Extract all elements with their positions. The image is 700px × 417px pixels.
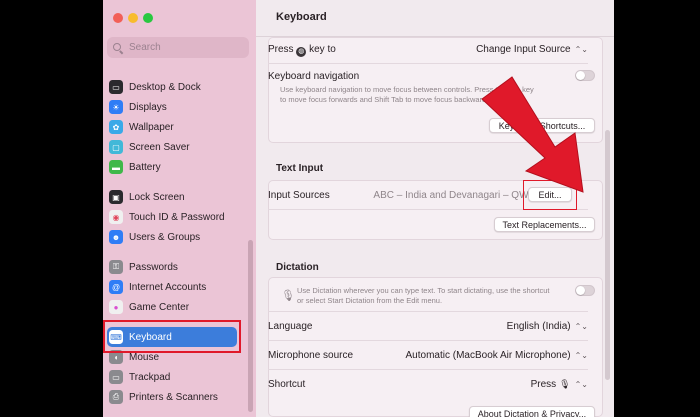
sidebar-item-label: Desktop & Dock [129,81,201,93]
keyboard-nav-desc-line-2: to move focus forwards and Shift Tab to … [280,95,493,104]
dictation-toggle[interactable] [575,285,595,296]
sidebar-item-label: Battery [129,161,161,173]
dictation-description: Use Dictation wherever you can type text… [297,286,567,306]
sidebar-item-passwords[interactable]: ⚿ Passwords [109,257,245,277]
input-sources-label: Input Sources [268,190,330,201]
sidebar-item-touch-id[interactable]: ◉ Touch ID & Password [109,207,245,227]
sidebar-item-label: Trackpad [129,371,171,383]
main-pane: Keyboard Press ◍ key to Change Input Sou… [256,0,614,417]
sidebar-item-label: Mouse [129,351,160,363]
sidebar-item-displays[interactable]: ☀ Displays [109,97,245,117]
sidebar-item-internet-accounts[interactable]: @ Internet Accounts [109,277,245,297]
minimize-window-button[interactable] [128,13,138,23]
about-dictation-button[interactable]: About Dictation & Privacy... [469,406,595,417]
game-center-icon: ● [109,300,123,314]
zoom-window-button[interactable] [143,13,153,23]
sidebar-item-label: Displays [129,101,167,113]
at-sign-icon: @ [109,280,123,294]
sidebar-item-desktop-dock[interactable]: ▭ Desktop & Dock [109,77,245,97]
sidebar-item-label: Screen Saver [129,141,190,153]
sidebar-item-label: Lock Screen [129,191,185,203]
sidebar-item-trackpad[interactable]: ▭ Trackpad [109,367,245,387]
keyboard-nav-toggle[interactable] [575,70,595,81]
press-key-label-pre: Press [268,44,294,55]
sidebar-item-wallpaper[interactable]: ✿ Wallpaper [109,117,245,137]
language-label: Language [268,321,313,332]
shortcut-popup[interactable]: Press 🎙 ⌃⌄ [531,379,588,390]
keyboard-nav-desc-line-1: Use keyboard navigation to move focus be… [280,85,534,94]
sidebar-item-battery[interactable]: ▬ Battery [109,157,245,177]
sidebar-item-label: Game Center [129,301,190,313]
keyboard-nav-label: Keyboard navigation [268,71,360,82]
edit-highlight-annotation [523,180,577,210]
wallpaper-icon: ✿ [109,120,123,134]
row-divider [268,369,588,370]
displays-icon: ☀ [109,100,123,114]
row-divider [268,63,588,64]
dictation-section-title: Dictation [276,262,319,273]
sidebar-item-label: Wallpaper [129,121,174,133]
sidebar-item-label: Passwords [129,261,178,273]
sidebar-item-printers-scanners[interactable]: ⎙ Printers & Scanners [109,387,245,407]
microphone-label: Microphone source [268,350,354,361]
globe-icon: ◍ [296,47,307,57]
main-scrollbar[interactable] [605,130,610,380]
sidebar-item-game-center[interactable]: ● Game Center [109,297,245,317]
shortcut-label: Shortcut [268,379,306,390]
search-icon [113,42,123,53]
shortcut-value: Press [530,379,557,390]
microphone-key-icon: 🎙 [559,379,571,389]
battery-icon: ▬ [109,160,123,174]
microphone-icon: 🎙 [281,290,295,302]
printer-icon: ⎙ [109,390,123,404]
sidebar-item-lock-screen[interactable]: ▣ Lock Screen [109,187,245,207]
screen-saver-icon: ▢ [109,140,123,154]
desktop-dock-icon: ▭ [109,80,123,94]
sidebar-item-label: Printers & Scanners [129,391,218,403]
stepper-icon: ⌃⌄ [574,322,588,331]
stepper-icon: ⌃⌄ [574,351,588,360]
search-input[interactable] [129,42,229,53]
settings-window: ▭ Desktop & Dock ☀ Displays ✿ Wallpaper … [103,0,614,417]
sidebar-item-screen-saver[interactable]: ▢ Screen Saver [109,137,245,157]
language-popup[interactable]: English (India) ⌃⌄ [507,321,588,332]
lock-screen-icon: ▣ [109,190,123,204]
keyboard-nav-description: Use keyboard navigation to move focus be… [280,85,580,105]
language-value: English (India) [506,321,571,332]
trackpad-icon: ▭ [109,370,123,384]
row-divider [268,311,588,312]
sidebar: ▭ Desktop & Dock ☀ Displays ✿ Wallpaper … [103,0,256,417]
sidebar-item-label: Users & Groups [129,231,201,243]
press-key-value: Change Input Source [476,44,571,55]
text-input-section-title: Text Input [276,163,324,174]
dictation-desc-line-1: Use Dictation wherever you can type text… [297,286,550,295]
row-divider [268,340,588,341]
close-window-button[interactable] [113,13,123,23]
page-title: Keyboard [276,11,327,23]
sidebar-scrollbar[interactable] [248,240,253,412]
press-key-label-post: key to [309,44,336,55]
sidebar-search[interactable] [107,37,249,58]
fingerprint-icon: ◉ [109,210,123,224]
text-replacements-button[interactable]: Text Replacements... [494,217,595,232]
sidebar-item-users-groups[interactable]: ☻ Users & Groups [109,227,245,247]
microphone-value: Automatic (MacBook Air Microphone) [405,350,571,361]
users-groups-icon: ☻ [109,230,123,244]
dictation-desc-line-2: or select Start Dictation from the Edit … [297,296,443,305]
keyboard-highlight-annotation [103,320,241,353]
keyboard-shortcuts-button[interactable]: Keyboard Shortcuts... [489,118,595,133]
key-icon: ⚿ [109,260,123,274]
sidebar-item-label: Touch ID & Password [129,211,225,223]
press-key-label: Press ◍ key to [268,44,336,57]
press-key-popup[interactable]: Change Input Source ⌃⌄ [476,44,588,55]
stepper-icon: ⌃⌄ [574,45,588,54]
microphone-popup[interactable]: Automatic (MacBook Air Microphone) ⌃⌄ [406,350,588,361]
stepper-icon: ⌃⌄ [574,380,588,389]
sidebar-item-label: Internet Accounts [129,281,207,293]
